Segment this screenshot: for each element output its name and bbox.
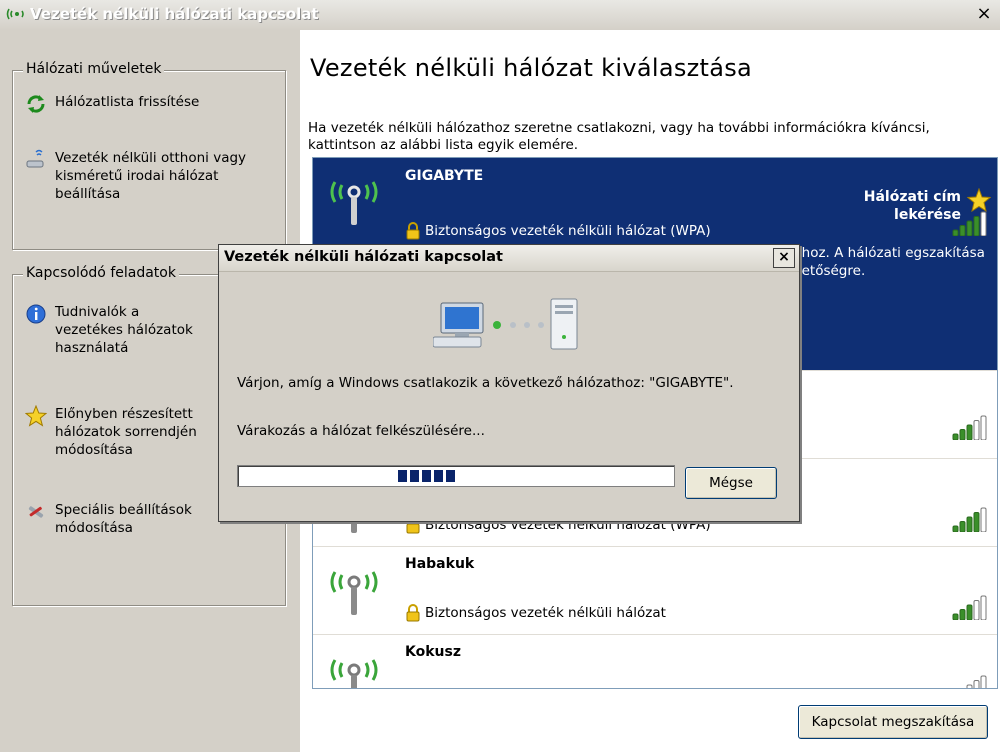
network-name: Kokusz	[405, 644, 461, 660]
network-item[interactable]: Habakuk Biztonságos vezeték nélküli háló…	[313, 546, 997, 635]
signal-bar	[952, 525, 959, 532]
cancel-button[interactable]: Mégse	[685, 467, 777, 499]
signal-strength-icon	[966, 675, 987, 688]
advanced-settings-link[interactable]: Speciális beállítások módosítása	[25, 501, 205, 537]
connection-status: Hálózati cím lekérése	[841, 188, 961, 224]
dialog-close-button[interactable]: ×	[773, 248, 795, 268]
wireless-network-icon	[6, 8, 24, 20]
setup-home-network-label: Vezeték nélküli otthoni vagy kisméretű i…	[55, 150, 247, 202]
dialog-status: Várakozás a hálózat felkészülésére...	[237, 423, 485, 439]
wireless-setup-icon	[26, 149, 44, 168]
setup-home-network-link[interactable]: Vezeték nélküli otthoni vagy kisméretű i…	[25, 149, 275, 203]
dialog-title: Vezeték nélküli hálózati kapcsolat	[224, 249, 503, 265]
advanced-settings-label: Speciális beállítások módosítása	[55, 502, 192, 536]
network-security: Biztonságos vezeték nélküli hálózat (WPA…	[405, 222, 711, 240]
connection-progress-bar	[237, 465, 675, 487]
dialog-message: Várjon, amíg a Windows csatlakozik a köv…	[237, 375, 734, 391]
network-tasks-title: Hálózati műveletek	[23, 61, 165, 77]
connecting-animation-icon	[433, 298, 578, 350]
info-icon	[26, 304, 46, 324]
related-tasks-title: Kapcsolódó feladatok	[23, 265, 179, 281]
dialog-titlebar: Vezeték nélküli hálózati kapcsolat ×	[219, 245, 799, 272]
signal-bar	[980, 507, 987, 532]
signal-strength-icon	[952, 211, 987, 236]
progress-block	[446, 470, 455, 482]
signal-bar	[952, 229, 959, 236]
signal-bar	[952, 613, 959, 620]
signal-bar	[959, 521, 966, 532]
signal-bar	[980, 595, 987, 620]
page-title: Vezeték nélküli hálózat kiválasztása	[310, 54, 753, 82]
signal-bar	[966, 684, 973, 688]
signal-bar	[980, 211, 987, 236]
signal-bar	[973, 600, 980, 620]
network-security-label: Biztonságos vezeték nélküli hálózat (WPA…	[425, 223, 711, 239]
signal-bar	[966, 516, 973, 532]
network-item[interactable]: Kokusz	[313, 634, 997, 688]
signal-bar	[966, 424, 973, 440]
intro-text: Ha vezeték nélküli hálózathoz szeretne c…	[308, 120, 930, 153]
network-name: GIGABYTE	[405, 168, 484, 184]
signal-bar	[973, 216, 980, 236]
window-title: Vezeték nélküli hálózati kapcsolat	[30, 5, 319, 23]
signal-bar	[959, 225, 966, 236]
signal-bar	[966, 604, 973, 620]
signal-bar	[973, 680, 980, 688]
progress-block	[422, 470, 431, 482]
connecting-dialog: Vezeték nélküli hálózati kapcsolat × Vár…	[218, 244, 800, 522]
network-tasks-group: Hálózati műveletek Hálózatlista frissíté…	[12, 61, 286, 250]
progress-block	[434, 470, 443, 482]
signal-bar	[959, 609, 966, 620]
preferred-networks-link[interactable]: Előnyben részesített hálózatok sorrendjé…	[25, 405, 205, 459]
window-close-button[interactable]: ×	[974, 5, 994, 25]
antenna-icon	[330, 659, 378, 688]
signal-bar	[966, 220, 973, 236]
antenna-icon	[330, 181, 378, 225]
refresh-icon	[27, 95, 45, 113]
learn-wireless-link[interactable]: Tudnivalók a vezetékes hálózatok használ…	[25, 303, 205, 357]
network-security-label: Biztonságos vezeték nélküli hálózat	[425, 605, 666, 621]
tools-icon	[28, 506, 44, 518]
antenna-icon	[330, 571, 378, 615]
network-security: Biztonságos vezeték nélküli hálózat	[405, 604, 666, 622]
progress-block	[398, 470, 407, 482]
network-name: Habakuk	[405, 556, 475, 572]
lock-icon	[406, 222, 420, 240]
learn-wireless-label: Tudnivalók a vezetékes hálózatok használ…	[55, 304, 193, 356]
signal-bar	[980, 675, 987, 688]
preferred-networks-label: Előnyben részesített hálózatok sorrendjé…	[55, 406, 197, 458]
connection-status-label: Hálózati cím lekérése	[863, 189, 961, 223]
lock-icon	[406, 604, 420, 622]
refresh-network-list-link[interactable]: Hálózatlista frissítése	[25, 93, 275, 115]
signal-strength-icon	[952, 595, 987, 620]
signal-strength-icon	[952, 415, 987, 440]
signal-strength-icon	[952, 507, 987, 532]
signal-bar	[973, 512, 980, 532]
progress-block	[410, 470, 419, 482]
refresh-network-list-label: Hálózatlista frissítése	[55, 94, 200, 110]
signal-bar	[973, 420, 980, 440]
signal-bar	[959, 429, 966, 440]
signal-bar	[980, 415, 987, 440]
signal-bar	[952, 433, 959, 440]
disconnect-button[interactable]: Kapcsolat megszakítása	[798, 705, 988, 739]
star-icon	[25, 405, 47, 427]
selected-network-description: zathoz. A hálózati egszakítása lehetőség…	[781, 245, 985, 279]
preferred-star-icon	[967, 188, 991, 212]
window-titlebar: Vezeték nélküli hálózati kapcsolat ×	[0, 0, 1000, 31]
